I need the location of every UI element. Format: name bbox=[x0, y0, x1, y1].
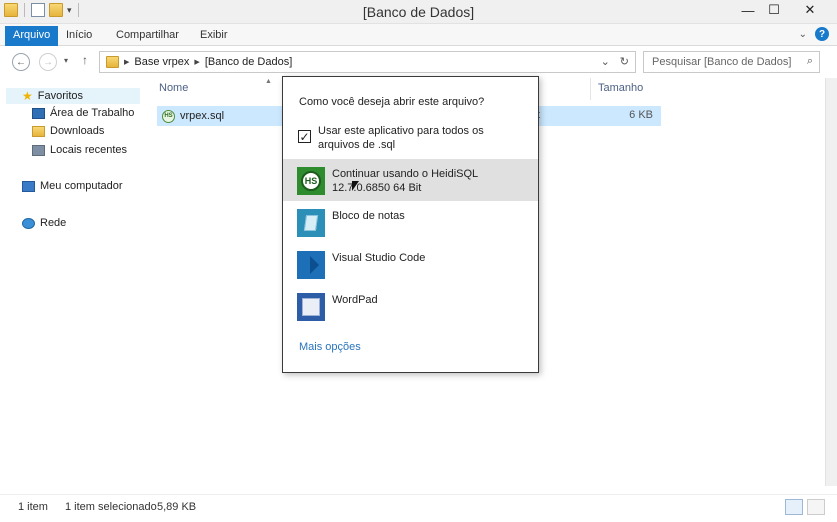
star-icon: ★ bbox=[22, 89, 33, 103]
maximize-button[interactable]: ☐ bbox=[761, 0, 787, 20]
app-option-wordpad[interactable]: WordPad bbox=[283, 285, 538, 327]
close-button[interactable]: ✕ bbox=[787, 0, 833, 20]
heidisql-file-icon: HS bbox=[162, 109, 175, 123]
back-button[interactable]: ← bbox=[12, 53, 30, 71]
vertical-scrollbar[interactable] bbox=[825, 78, 837, 486]
search-placeholder: Pesquisar [Banco de Dados] bbox=[652, 56, 792, 68]
new-folder-icon[interactable] bbox=[49, 3, 63, 17]
file-name: vrpex.sql bbox=[180, 110, 225, 122]
breadcrumb-separator-icon: ▶ bbox=[194, 59, 200, 66]
desktop-icon bbox=[32, 107, 45, 119]
tab-inicio[interactable]: Início bbox=[58, 27, 100, 43]
history-dropdown-icon[interactable]: ⌄ bbox=[601, 55, 610, 68]
app-version: 12.7.0.6850 64 Bit bbox=[332, 182, 422, 194]
sidebar-item-favoritos[interactable]: ★ Favoritos bbox=[6, 88, 140, 104]
tab-arquivo[interactable]: Arquivo bbox=[5, 26, 59, 46]
expand-ribbon-icon[interactable]: ⌄ bbox=[799, 29, 807, 40]
recent-places-icon bbox=[32, 144, 45, 156]
sidebar-item-rede[interactable]: Rede bbox=[22, 217, 66, 229]
quick-access-toolbar: ▾ bbox=[4, 3, 81, 17]
sidebar-item-label: Downloads bbox=[50, 125, 105, 137]
navigation-pane: ★ Favoritos Área de Trabalho Downloads L… bbox=[0, 78, 145, 486]
navigation-bar: ← → ▾ ↑ ▶ Base vrpex ▶ [Banco de Dados] … bbox=[0, 46, 837, 78]
breadcrumb-banco-de-dados[interactable]: [Banco de Dados] bbox=[205, 56, 292, 68]
app-option-visual-studio-code[interactable]: Visual Studio Code bbox=[283, 243, 538, 285]
column-header-size[interactable]: Tamanho bbox=[598, 82, 643, 94]
notepad-icon bbox=[297, 209, 325, 237]
always-use-checkbox[interactable]: ✓ bbox=[298, 130, 311, 143]
forward-button[interactable]: → bbox=[39, 53, 57, 71]
heidisql-glyph: HS bbox=[301, 171, 321, 191]
search-input[interactable]: Pesquisar [Banco de Dados] ⌕ bbox=[643, 51, 820, 73]
breadcrumb-separator-icon: ▶ bbox=[124, 59, 130, 66]
view-toggle bbox=[785, 499, 825, 515]
minimize-button[interactable]: — bbox=[735, 0, 761, 20]
toolbar-divider bbox=[24, 3, 25, 17]
open-with-dialog: Como você deseja abrir este arquivo? ✓ U… bbox=[282, 76, 539, 373]
status-selected: 1 item selecionado bbox=[65, 501, 157, 513]
properties-icon[interactable] bbox=[31, 3, 45, 17]
breadcrumb-base-vrpex[interactable]: Base vrpex bbox=[134, 56, 189, 68]
address-bar[interactable]: ▶ Base vrpex ▶ [Banco de Dados] ⌄ ↻ bbox=[99, 51, 636, 73]
sidebar-item-meu-computador[interactable]: Meu computador bbox=[22, 180, 123, 192]
title-bar: ▾ [Banco de Dados] — ☐ ✕ bbox=[0, 0, 837, 24]
always-use-label[interactable]: Usar este aplicativo para todos os arqui… bbox=[318, 124, 528, 152]
up-arrow-icon[interactable]: ↑ bbox=[82, 53, 88, 67]
status-selected-size: 5,89 KB bbox=[157, 501, 197, 513]
toolbar-divider bbox=[77, 3, 79, 17]
column-header-name[interactable]: Nome bbox=[159, 82, 188, 94]
sort-ascending-icon: ▲ bbox=[265, 78, 272, 85]
app-option-bloco-de-notas[interactable]: Bloco de notas bbox=[283, 201, 538, 243]
tab-exibir[interactable]: Exibir bbox=[192, 27, 236, 43]
tab-compartilhar[interactable]: Compartilhar bbox=[108, 27, 187, 43]
heidisql-icon: HS bbox=[297, 167, 325, 195]
sidebar-item-label: Meu computador bbox=[40, 180, 123, 192]
window-title: [Banco de Dados] bbox=[362, 4, 475, 20]
ribbon-tabs: Arquivo Início Compartilhar Exibir ⌄ ? bbox=[0, 24, 837, 46]
sidebar-item-label: Rede bbox=[40, 217, 67, 229]
status-bar: 1 item 1 item selecionado 5,89 KB bbox=[0, 494, 837, 522]
ribbon-right-controls: ⌄ ? bbox=[799, 27, 829, 41]
recent-locations-icon[interactable]: ▾ bbox=[64, 56, 68, 65]
large-icons-view-button[interactable] bbox=[807, 499, 825, 515]
column-divider bbox=[590, 78, 591, 100]
address-bar-actions: ⌄ ↻ bbox=[601, 55, 629, 68]
sidebar-item-downloads[interactable]: Downloads bbox=[32, 125, 104, 137]
app-name: Continuar usando o HeidiSQL bbox=[332, 168, 479, 180]
sidebar-item-locais-recentes[interactable]: Locais recentes bbox=[32, 144, 127, 156]
downloads-icon bbox=[32, 125, 45, 137]
folder-icon bbox=[4, 3, 18, 17]
file-size: 6 KB bbox=[541, 106, 661, 126]
sidebar-item-label: Área de Trabalho bbox=[50, 107, 135, 119]
details-view-button[interactable] bbox=[785, 499, 803, 515]
network-icon bbox=[22, 217, 35, 229]
sidebar-item-label: Locais recentes bbox=[50, 144, 128, 156]
app-name: WordPad bbox=[332, 294, 378, 306]
customize-toolbar-icon[interactable]: ▾ bbox=[67, 5, 72, 16]
search-icon[interactable]: ⌕ bbox=[807, 55, 813, 68]
help-icon[interactable]: ? bbox=[815, 27, 829, 41]
refresh-icon[interactable]: ↻ bbox=[620, 55, 629, 68]
sidebar-item-label: Favoritos bbox=[37, 90, 84, 102]
app-name: Bloco de notas bbox=[332, 210, 405, 222]
app-name: Visual Studio Code bbox=[332, 252, 426, 264]
computer-icon bbox=[22, 180, 35, 192]
window-controls: — ☐ ✕ bbox=[735, 0, 833, 20]
status-item-count: 1 item bbox=[18, 501, 48, 513]
folder-icon bbox=[106, 56, 119, 68]
vscode-icon bbox=[297, 251, 325, 279]
app-option-heidisql[interactable]: HS Continuar usando o HeidiSQL 12.7.0.68… bbox=[283, 159, 538, 201]
more-options-link[interactable]: Mais opções bbox=[299, 341, 361, 353]
dialog-question: Como você deseja abrir este arquivo? bbox=[299, 96, 485, 108]
wordpad-icon bbox=[297, 293, 325, 321]
sidebar-item-area-de-trabalho[interactable]: Área de Trabalho bbox=[32, 107, 134, 119]
